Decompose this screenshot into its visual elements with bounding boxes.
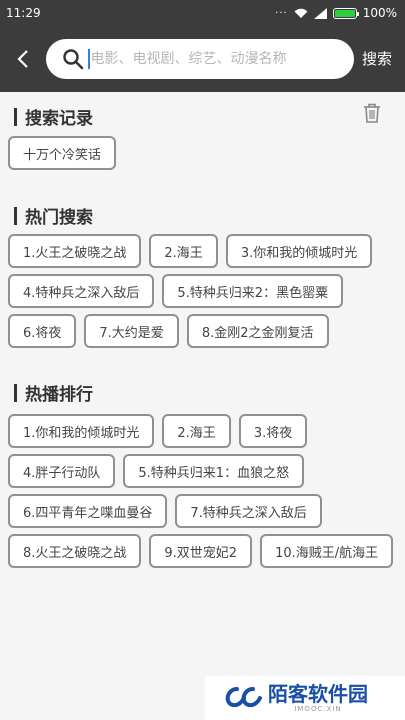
- ranking-tag[interactable]: 2.海王: [162, 414, 231, 448]
- ranking-tag[interactable]: 10.海贼王/航海王: [260, 534, 394, 568]
- section-bar: [14, 383, 17, 402]
- hot-tag[interactable]: 4.特种兵之深入敌后: [8, 274, 155, 308]
- battery-icon: [332, 7, 359, 19]
- ranking-tag[interactable]: 6.四平青年之喋血曼谷: [8, 494, 168, 528]
- watermark-domain: IMOOC.XIN: [294, 705, 342, 713]
- status-icons: ··· 100%: [275, 6, 397, 20]
- search-input[interactable]: [90, 51, 331, 67]
- ranking-tag[interactable]: 9.双世宠妃2: [149, 534, 253, 568]
- wifi-icon: [294, 8, 308, 18]
- back-button[interactable]: [12, 46, 34, 72]
- hot-header: 热门搜索: [14, 203, 93, 228]
- history-title: 搜索记录: [25, 109, 93, 129]
- watermark: 陌客软件园 IMOOC.XIN: [205, 676, 405, 720]
- status-bar: 11:29 ··· 100%: [0, 0, 405, 26]
- search-button[interactable]: 搜索: [362, 48, 392, 69]
- search-header: 搜索: [0, 26, 405, 92]
- hot-tag[interactable]: 2.海王: [149, 234, 218, 268]
- signal-icon: [313, 7, 327, 19]
- ranking-tag[interactable]: 7.特种兵之深入敌后: [175, 494, 322, 528]
- ranking-tag[interactable]: 5.特种兵归来1：血狼之怒: [123, 454, 305, 488]
- hot-tag[interactable]: 7.大约是爱: [84, 314, 179, 348]
- hot-title: 热门搜索: [25, 208, 93, 228]
- watermark-logo-icon: [225, 687, 262, 708]
- history-header: 搜索记录: [14, 104, 93, 129]
- history-list: 十万个冷笑话: [8, 136, 403, 176]
- watermark-text: 陌客软件园 IMOOC.XIN: [268, 683, 368, 713]
- ranking-header: 热播排行: [14, 380, 93, 405]
- hot-list: 1.火王之破晓之战 2.海王 3.你和我的倾城时光 4.特种兵之深入敌后 5.特…: [8, 234, 403, 354]
- search-box[interactable]: [46, 39, 354, 79]
- ranking-tag[interactable]: 8.火王之破晓之战: [8, 534, 142, 568]
- section-bar: [14, 107, 17, 126]
- hot-tag[interactable]: 1.火王之破晓之战: [8, 234, 142, 268]
- trash-icon[interactable]: [362, 102, 382, 124]
- ranking-tag[interactable]: 4.胖子行动队: [8, 454, 116, 488]
- watermark-name: 陌客软件园: [268, 682, 368, 706]
- hot-tag[interactable]: 5.特种兵归来2：黑色罂粟: [162, 274, 344, 308]
- section-bar: [14, 206, 17, 225]
- status-time: 11:29: [6, 6, 41, 20]
- chevron-left-icon: [17, 50, 28, 68]
- hot-tag[interactable]: 3.你和我的倾城时光: [225, 234, 373, 268]
- ranking-list: 1.你和我的倾城时光 2.海王 3.将夜 4.胖子行动队 5.特种兵归来1：血狼…: [8, 414, 403, 574]
- history-tag[interactable]: 十万个冷笑话: [8, 136, 117, 170]
- search-icon: [63, 49, 84, 70]
- hot-tag[interactable]: 6.将夜: [8, 314, 77, 348]
- ranking-tag[interactable]: 3.将夜: [238, 414, 308, 448]
- ranking-tag[interactable]: 1.你和我的倾城时光: [8, 414, 155, 448]
- hot-tag[interactable]: 8.金刚2之金刚复活: [186, 314, 329, 348]
- battery-percent: 100%: [362, 6, 397, 20]
- notification-dots-icon: ···: [275, 7, 288, 19]
- ranking-title: 热播排行: [25, 385, 93, 405]
- text-cursor: [88, 49, 90, 69]
